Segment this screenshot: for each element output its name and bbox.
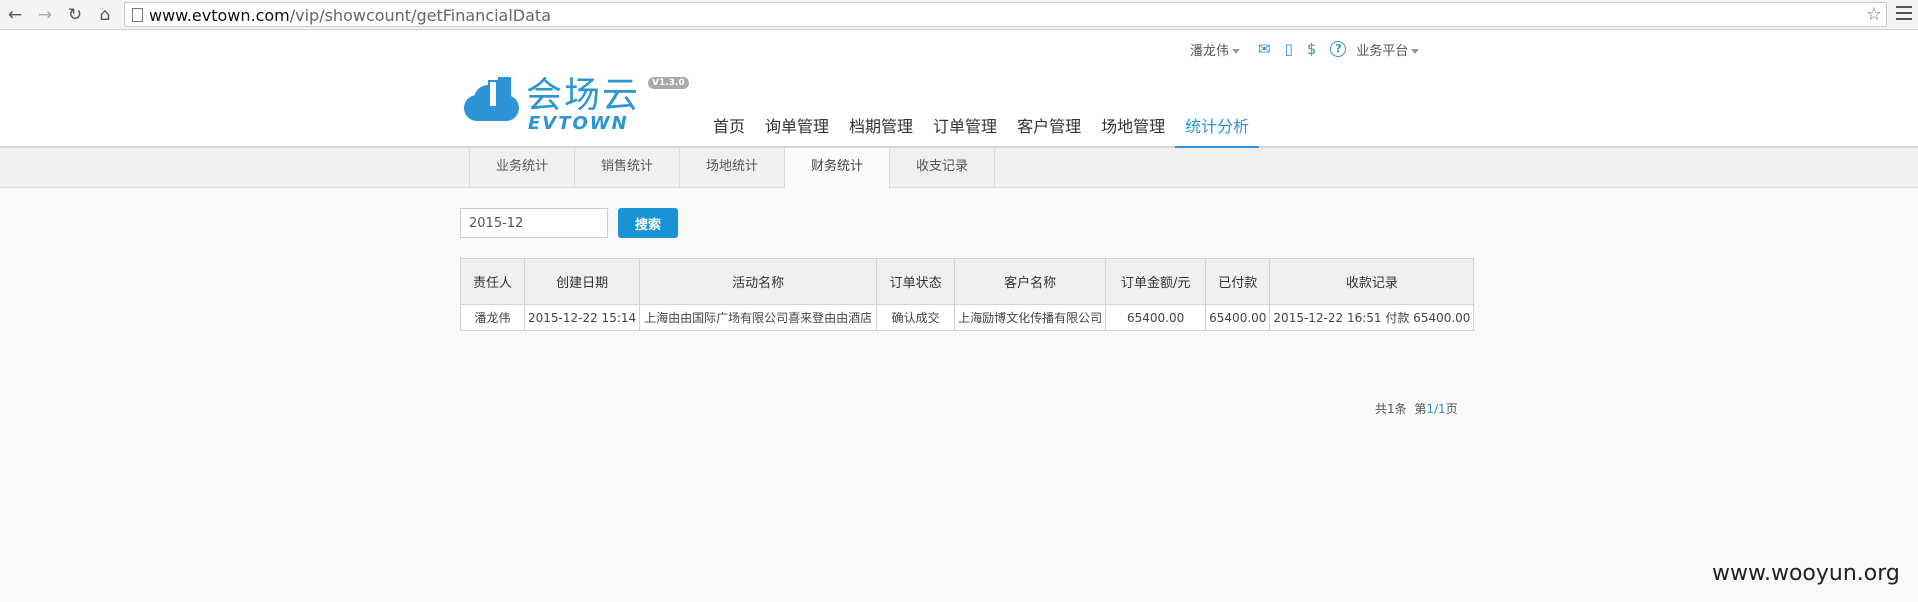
pagination-prefix: 共 <box>1375 402 1388 416</box>
current-page[interactable]: 1 <box>1426 402 1434 416</box>
cell-paid: 65400.00 <box>1205 304 1271 331</box>
money-bag-icon[interactable]: $ <box>1307 39 1317 59</box>
browser-toolbar: ← → ↻ ⌂ www.evtown.com/vip/showcount/get… <box>0 0 1918 30</box>
cell-owner: 潘龙伟 <box>460 304 525 331</box>
user-name: 潘龙伟 <box>1190 43 1230 59</box>
logo-building-right <box>498 77 511 107</box>
col-order-amount: 订单金额/元 <box>1105 258 1207 305</box>
cell-created-date: 2015-12-22 15:14 <box>523 304 641 331</box>
col-event-name: 活动名称 <box>639 258 878 305</box>
search-button[interactable]: 搜索 <box>618 208 678 238</box>
total-count: 1 <box>1387 402 1395 416</box>
nav-item-schedule[interactable]: 档期管理 <box>839 111 923 148</box>
pagination: 共1条 第1/1页 <box>1375 400 1458 417</box>
platform-menu[interactable]: 业务平台 <box>1356 40 1420 59</box>
logo-building-left <box>488 80 498 108</box>
watermark: www.wooyun.org <box>1712 561 1900 586</box>
browser-menu-icon[interactable] <box>1896 6 1912 24</box>
pagination-unit: 条 <box>1394 402 1407 416</box>
logo-text-cn: 会场云 <box>526 75 641 116</box>
top-user-bar: 潘龙伟 ✉ ▯ $ ? 业务平台 <box>1190 37 1420 61</box>
back-icon[interactable]: ← <box>4 4 26 26</box>
month-input[interactable] <box>460 208 608 238</box>
col-created-date: 创建日期 <box>523 258 641 305</box>
cell-order-amount: 65400.00 <box>1105 304 1207 331</box>
tab-financial-stats[interactable]: 财务统计 <box>785 148 890 189</box>
chevron-down-icon <box>1411 48 1420 54</box>
nav-item-customers[interactable]: 客户管理 <box>1007 111 1091 148</box>
financial-table: 责任人 创建日期 活动名称 订单状态 客户名称 订单金额/元 已付款 收款记录 … <box>460 258 1475 331</box>
reload-icon[interactable]: ↻ <box>64 4 86 26</box>
mail-icon[interactable]: ✉ <box>1258 39 1271 59</box>
main-nav: 首页 询单管理 档期管理 订单管理 客户管理 场地管理 统计分析 <box>703 111 1260 148</box>
tab-sales-stats[interactable]: 销售统计 <box>575 148 680 188</box>
user-menu[interactable]: 潘龙伟 <box>1190 40 1241 59</box>
sub-nav: 业务统计 销售统计 场地统计 财务统计 收支记录 <box>0 148 1918 189</box>
cell-order-status: 确认成交 <box>876 304 956 331</box>
cell-customer-name: 上海励博文化传播有限公司 <box>954 304 1107 331</box>
bookmark-star-icon[interactable]: ☆ <box>1866 3 1882 27</box>
site-header: 潘龙伟 ✉ ▯ $ ? 业务平台 会场云 EVTOWN V1.3.0 首页 询单… <box>0 31 1918 148</box>
mobile-icon[interactable]: ▯ <box>1285 39 1293 59</box>
table-header-row: 责任人 创建日期 活动名称 订单状态 客户名称 订单金额/元 已付款 收款记录 <box>460 258 1475 305</box>
url-text[interactable]: www.evtown.com/vip/showcount/getFinancia… <box>149 6 551 25</box>
nav-item-statistics[interactable]: 统计分析 <box>1175 111 1260 148</box>
tab-income-expense[interactable]: 收支记录 <box>890 148 995 188</box>
version-badge: V1.3.0 <box>648 77 689 89</box>
chevron-down-icon <box>1232 48 1241 54</box>
total-pages[interactable]: 1 <box>1438 402 1446 416</box>
nav-item-inquiry[interactable]: 询单管理 <box>755 111 839 148</box>
site-logo[interactable]: 会场云 EVTOWN V1.3.0 <box>464 75 689 137</box>
page-icon <box>132 8 143 22</box>
logo-text-en: EVTOWN <box>528 113 629 134</box>
col-paid: 已付款 <box>1205 258 1271 305</box>
url-path: /vip/showcount/getFinancialData <box>289 6 552 25</box>
tab-venue-stats[interactable]: 场地统计 <box>680 148 785 188</box>
tab-business-stats[interactable]: 业务统计 <box>470 148 575 188</box>
col-owner: 责任人 <box>460 258 525 305</box>
page-suffix: 页 <box>1445 402 1458 416</box>
col-customer-name: 客户名称 <box>954 258 1107 305</box>
nav-item-orders[interactable]: 订单管理 <box>923 111 1007 148</box>
address-bar[interactable]: www.evtown.com/vip/showcount/getFinancia… <box>124 2 1887 27</box>
help-icon[interactable]: ? <box>1330 41 1347 57</box>
nav-item-venues[interactable]: 场地管理 <box>1091 111 1175 148</box>
url-domain: www.evtown.com <box>149 6 290 25</box>
col-order-status: 订单状态 <box>876 258 956 305</box>
forward-icon[interactable]: → <box>34 4 56 26</box>
col-payment-record: 收款记录 <box>1269 258 1475 305</box>
page-prefix: 第 <box>1414 402 1427 416</box>
cell-event-name: 上海由由国际广场有限公司喜来登由由酒店 <box>639 304 878 331</box>
nav-item-home[interactable]: 首页 <box>703 111 755 148</box>
home-icon[interactable]: ⌂ <box>94 4 116 26</box>
platform-label: 业务平台 <box>1356 43 1409 59</box>
table-row: 潘龙伟 2015-12-22 15:14 上海由由国际广场有限公司喜来登由由酒店… <box>460 304 1475 331</box>
cell-payment-record: 2015-12-22 16:51 付款 65400.00 <box>1269 304 1475 331</box>
